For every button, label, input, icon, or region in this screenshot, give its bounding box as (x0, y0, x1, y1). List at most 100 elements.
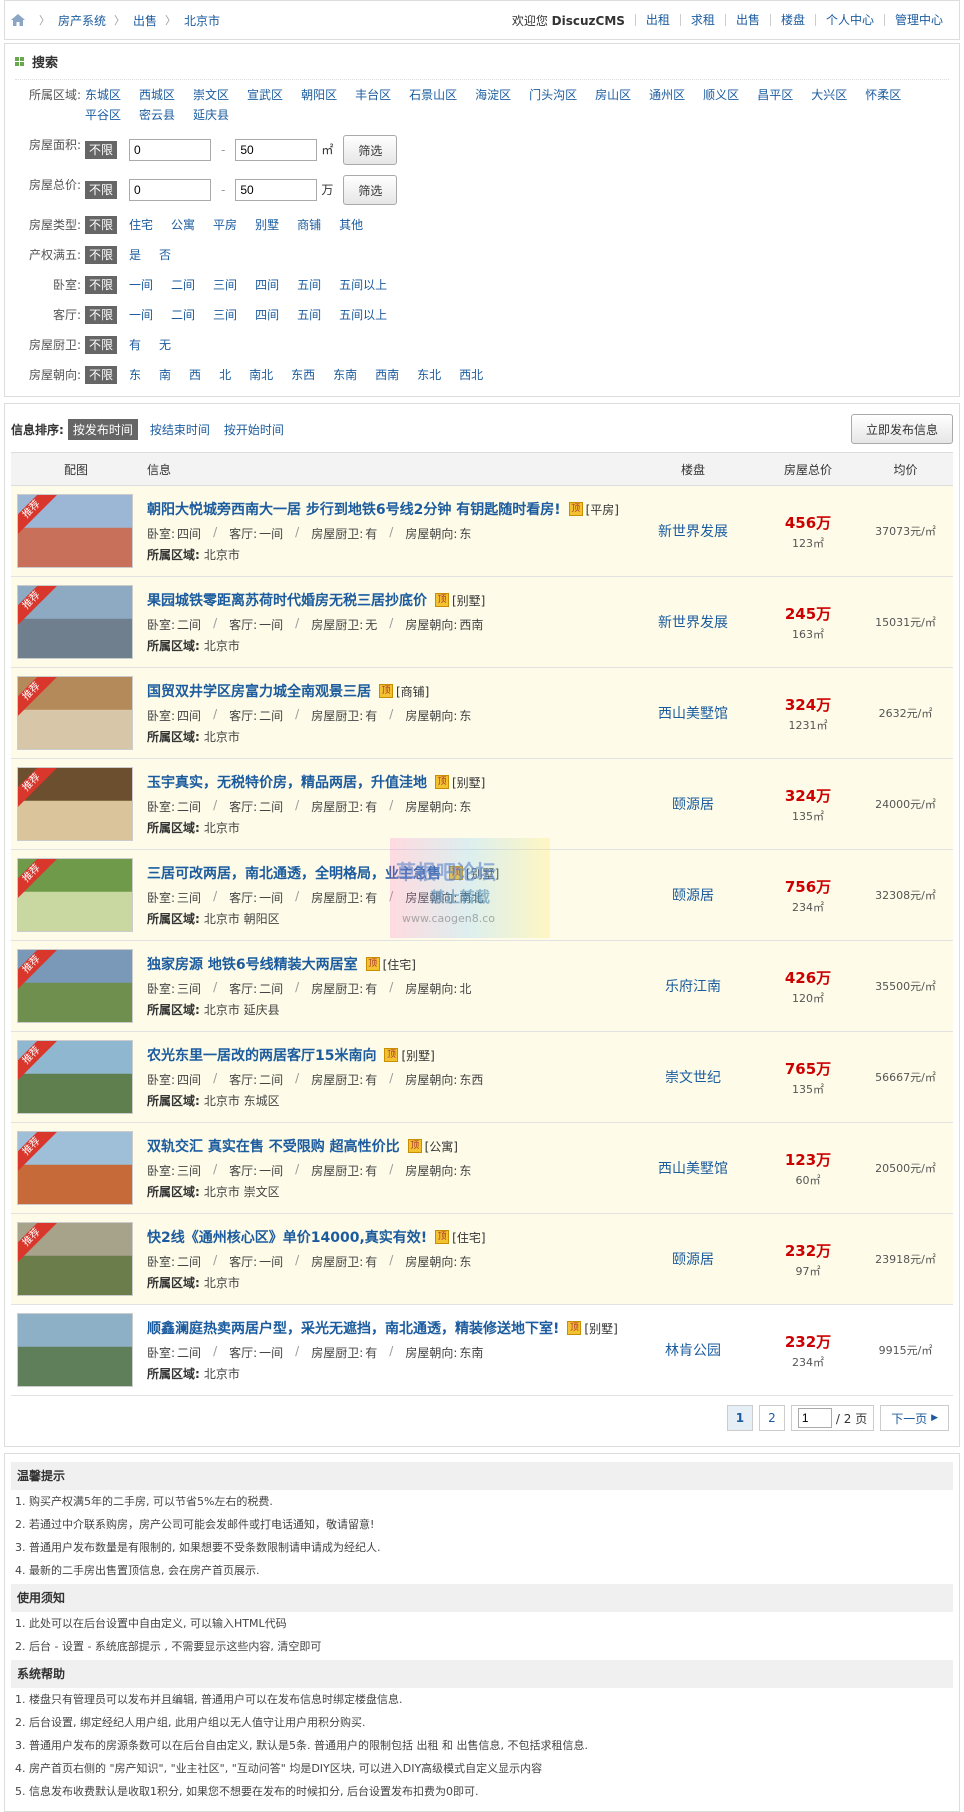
price-from-input[interactable] (129, 179, 212, 201)
nav-user-center[interactable]: 个人中心 (814, 14, 884, 26)
orient-option[interactable]: 东西 (291, 365, 315, 385)
estate-link[interactable]: 颐源居 (672, 797, 714, 813)
orient-option[interactable]: 西 (189, 365, 201, 385)
bedroom-option[interactable]: 四间 (255, 275, 279, 295)
bedroom-unlimited[interactable]: 不限 (85, 276, 118, 294)
listing-thumbnail[interactable]: 推荐 (17, 494, 133, 568)
type-option[interactable]: 公寓 (171, 215, 195, 235)
bedroom-option[interactable]: 一间 (129, 275, 153, 295)
orient-option[interactable]: 东南 (333, 365, 357, 385)
bedroom-option[interactable]: 五间 (297, 275, 321, 295)
orient-option[interactable]: 南北 (249, 365, 273, 385)
listing-title-link[interactable]: 果园城铁零距离苏荷时代婚房无税三居抄底价 (147, 590, 427, 610)
listing-thumbnail[interactable]: 推荐 (17, 949, 133, 1023)
type-option[interactable]: 平房 (213, 215, 237, 235)
district-link[interactable]: 海淀区 (475, 85, 511, 105)
area-filter-button[interactable]: 筛选 (343, 135, 398, 165)
listing-thumbnail[interactable]: 推荐 (17, 585, 133, 659)
price-filter-button[interactable]: 筛选 (343, 175, 398, 205)
district-link[interactable]: 顺义区 (703, 85, 739, 105)
type-option[interactable]: 商铺 (297, 215, 321, 235)
listing-thumbnail[interactable]: 推荐 (17, 676, 133, 750)
listing-title-link[interactable]: 独家房源 地铁6号线精装大两居室 (147, 954, 358, 974)
type-option[interactable]: 别墅 (255, 215, 279, 235)
listing-title-link[interactable]: 国贸双井学区房富力城全南观景三居 (147, 681, 371, 701)
listing-title-link[interactable]: 三居可改两居，南北通透，全明格局，业主急售 (147, 863, 441, 883)
listing-title-link[interactable]: 玉宇真实，无税特价房，精品两居，升值洼地 (147, 772, 427, 792)
fiveyear-unlimited[interactable]: 不限 (85, 246, 118, 264)
district-link[interactable]: 西城区 (139, 85, 175, 105)
bedroom-option[interactable]: 五间以上 (339, 275, 387, 295)
district-link[interactable]: 密云县 (139, 105, 175, 125)
area-to-input[interactable] (235, 139, 318, 161)
living-unlimited[interactable]: 不限 (85, 306, 118, 324)
next-page-button[interactable]: 下一页 ▶ (880, 1405, 949, 1431)
living-option[interactable]: 五间 (297, 305, 321, 325)
listing-title-link[interactable]: 朝阳大悦城旁西南大一居 步行到地铁6号线2分钟 有钥匙随时看房! (147, 499, 561, 519)
breadcrumb-house-system[interactable]: 房产系统 (58, 12, 106, 29)
listing-thumbnail[interactable]: 推荐 (17, 1131, 133, 1205)
price-to-input[interactable] (235, 179, 318, 201)
kitchen-option[interactable]: 有 (129, 335, 141, 355)
orient-option[interactable]: 西南 (375, 365, 399, 385)
kitchen-option[interactable]: 无 (159, 335, 171, 355)
orient-option[interactable]: 东北 (417, 365, 441, 385)
kitchen-unlimited[interactable]: 不限 (85, 336, 118, 354)
orient-option[interactable]: 西北 (459, 365, 483, 385)
district-link[interactable]: 延庆县 (193, 105, 229, 125)
breadcrumb-city[interactable]: 北京市 (184, 12, 220, 29)
orient-option[interactable]: 南 (159, 365, 171, 385)
nav-admin-center[interactable]: 管理中心 (883, 14, 953, 26)
breadcrumb-sale[interactable]: 出售 (133, 12, 157, 29)
listing-title-link[interactable]: 快2线《通州核心区》单价14000,真实有效! (147, 1227, 427, 1247)
district-link[interactable]: 平谷区 (85, 105, 121, 125)
page-1[interactable]: 1 (726, 1405, 753, 1431)
price-unlimited[interactable]: 不限 (85, 181, 118, 199)
district-link[interactable]: 崇文区 (193, 85, 229, 105)
listing-thumbnail[interactable]: 推荐 (17, 767, 133, 841)
home-icon[interactable] (11, 14, 25, 26)
publish-button[interactable]: 立即发布信息 (850, 414, 953, 444)
type-unlimited[interactable]: 不限 (85, 216, 118, 234)
listing-title-link[interactable]: 双轨交汇 真实在售 不受限购 超高性价比 (147, 1136, 400, 1156)
living-option[interactable]: 三间 (213, 305, 237, 325)
living-option[interactable]: 五间以上 (339, 305, 387, 325)
estate-link[interactable]: 颐源居 (672, 1252, 714, 1268)
nav-sale[interactable]: 出售 (724, 14, 770, 26)
estate-link[interactable]: 乐府江南 (665, 979, 721, 995)
district-link[interactable]: 朝阳区 (301, 85, 337, 105)
living-option[interactable]: 二间 (171, 305, 195, 325)
orient-option[interactable]: 东 (129, 365, 141, 385)
nav-estate[interactable]: 楼盘 (769, 14, 815, 26)
estate-link[interactable]: 新世界发展 (658, 524, 728, 540)
district-link[interactable]: 门头沟区 (529, 85, 577, 105)
estate-link[interactable]: 西山美墅馆 (658, 706, 728, 722)
estate-link[interactable]: 颐源居 (672, 888, 714, 904)
district-link[interactable]: 大兴区 (811, 85, 847, 105)
district-link[interactable]: 怀柔区 (865, 85, 901, 105)
sort-by-publish-time[interactable]: 按发布时间 (67, 418, 138, 440)
area-from-input[interactable] (129, 139, 212, 161)
listing-title-link[interactable]: 农光东里一居改的两居客厅15米南向 (147, 1045, 376, 1065)
nav-want-rent[interactable]: 求租 (679, 14, 725, 26)
page-2[interactable]: 2 (758, 1405, 785, 1431)
nav-rent-out[interactable]: 出租 (634, 14, 680, 26)
listing-thumbnail[interactable]: 推荐 (17, 858, 133, 932)
orient-option[interactable]: 北 (219, 365, 231, 385)
district-link[interactable]: 东城区 (85, 85, 121, 105)
page-input[interactable] (797, 1408, 832, 1428)
estate-link[interactable]: 崇文世纪 (665, 1070, 721, 1086)
orient-unlimited[interactable]: 不限 (85, 366, 118, 384)
type-option[interactable]: 其他 (339, 215, 363, 235)
district-link[interactable]: 房山区 (595, 85, 631, 105)
bedroom-option[interactable]: 三间 (213, 275, 237, 295)
estate-link[interactable]: 新世界发展 (658, 615, 728, 631)
fiveyear-option[interactable]: 否 (159, 245, 171, 265)
fiveyear-option[interactable]: 是 (129, 245, 141, 265)
living-option[interactable]: 一间 (129, 305, 153, 325)
estate-link[interactable]: 林肯公园 (665, 1343, 721, 1359)
listing-thumbnail[interactable]: 推荐 (17, 1040, 133, 1114)
bedroom-option[interactable]: 二间 (171, 275, 195, 295)
living-option[interactable]: 四间 (255, 305, 279, 325)
area-unlimited[interactable]: 不限 (85, 141, 118, 159)
